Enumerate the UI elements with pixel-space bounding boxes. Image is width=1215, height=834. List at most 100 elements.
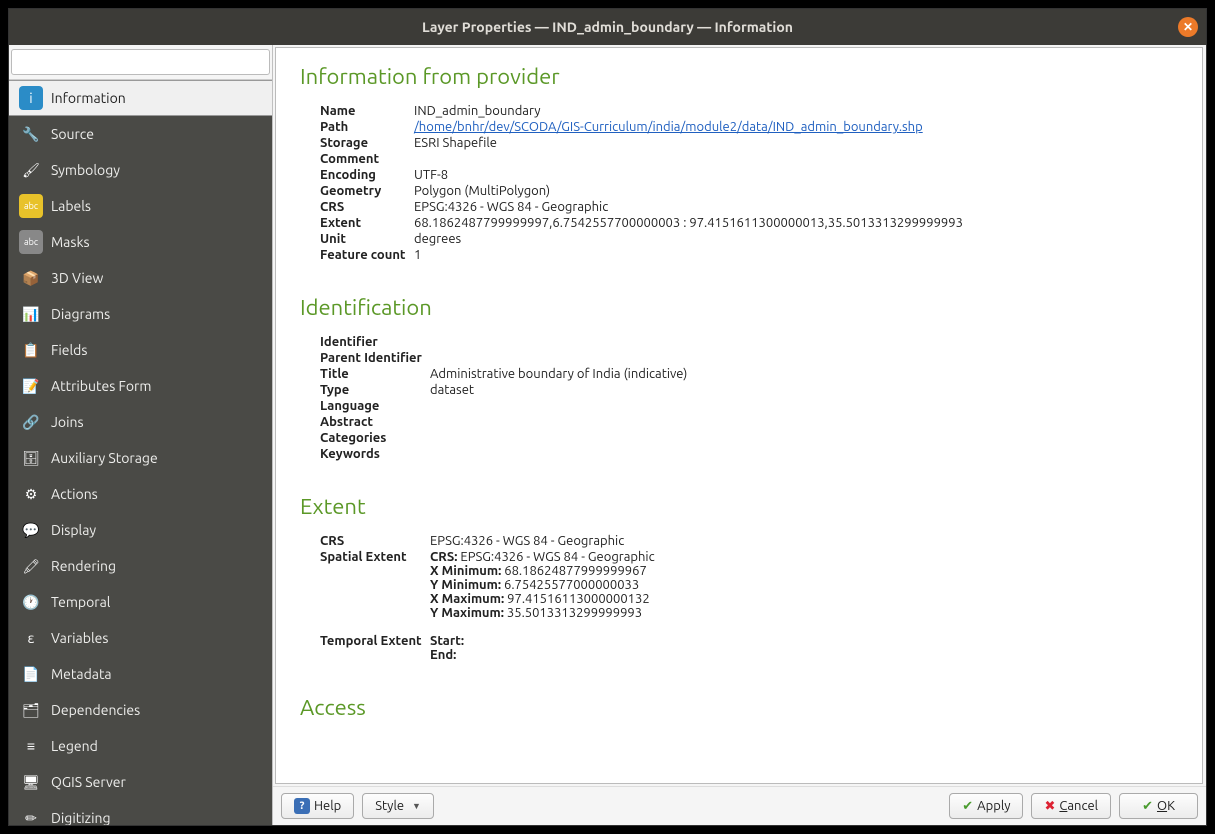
se-xmax-k: X Maximum: <box>430 592 504 606</box>
info-value: 68.1862487799999997,6.7542557700000003 :… <box>414 216 1178 230</box>
info-key: Storage <box>320 136 414 150</box>
spatial-extent-row: Spatial Extent CRS: EPSG:4326 - WGS 84 -… <box>320 549 1178 621</box>
sidebar-item-label: Diagrams <box>51 306 110 322</box>
3d-view-icon: 📦 <box>19 266 43 290</box>
path-link[interactable]: /home/bnhr/dev/SCODA/GIS-Curriculum/indi… <box>414 120 923 134</box>
source-icon: 🔧 <box>19 122 43 146</box>
check-icon: ✔ <box>962 799 973 814</box>
sidebar-item-symbology[interactable]: 🖌Symbology <box>9 152 272 188</box>
sidebar-item-source[interactable]: 🔧Source <box>9 116 272 152</box>
info-key: Encoding <box>320 168 414 182</box>
information-icon: i <box>19 86 43 110</box>
sidebar-item-labels[interactable]: abcLabels <box>9 188 272 224</box>
sidebar-item-masks[interactable]: abcMasks <box>9 224 272 260</box>
chevron-down-icon: ▼ <box>412 801 421 811</box>
info-value: UTF-8 <box>414 168 1178 182</box>
sidebar-item-legend[interactable]: ≡Legend <box>9 728 272 764</box>
sidebar-item-information[interactable]: iInformation <box>9 80 272 116</box>
help-icon: ? <box>294 798 310 814</box>
main-panel: Information from provider NameIND_admin_… <box>273 45 1206 825</box>
info-value <box>430 431 1178 445</box>
info-key: Categories <box>320 431 430 445</box>
se-crs-k: CRS: <box>430 550 457 564</box>
info-value: EPSG:4326 - WGS 84 - Geographic <box>414 200 1178 214</box>
sidebar-item-diagrams[interactable]: 📊 Diagrams <box>9 296 272 332</box>
se-ymin-k: Y Minimum: <box>430 578 501 592</box>
info-row: Comment <box>320 151 1178 167</box>
style-button[interactable]: Style ▼ <box>362 793 434 819</box>
sidebar-item-label: Dependencies <box>51 702 140 718</box>
sidebar-container: 🔍 iInformation🔧Source🖌SymbologyabcLabels… <box>9 45 273 825</box>
cancel-button[interactable]: ✖ Cancel <box>1031 793 1111 819</box>
info-value <box>430 447 1178 461</box>
sidebar-item-label: Display <box>51 522 96 538</box>
info-key: Title <box>320 367 430 381</box>
info-key: Keywords <box>320 447 430 461</box>
identification-table: Identifier Parent Identifier TitleAdminist… <box>300 334 1178 462</box>
sidebar-item-metadata[interactable]: 📄Metadata <box>9 656 272 692</box>
sidebar-item-temporal[interactable]: 🕐Temporal <box>9 584 272 620</box>
ok-button[interactable]: ✔ OK <box>1119 793 1198 819</box>
info-value: /home/bnhr/dev/SCODA/GIS-Curriculum/indi… <box>414 120 1178 134</box>
info-row: NameIND_admin_boundary <box>320 103 1178 119</box>
fields-icon: 📋 <box>19 338 43 362</box>
sidebar-item-display[interactable]: 💬 Display <box>9 512 272 548</box>
sidebar-item-label: Fields <box>51 342 87 358</box>
sidebar-item-attributes-form[interactable]: 📝Attributes Form <box>9 368 272 404</box>
temporal-extent-row: Temporal Extent Start: End: <box>320 633 1178 663</box>
dependencies-icon: 🗂 <box>19 698 43 722</box>
info-row: Parent Identifier <box>320 350 1178 366</box>
info-row: Typedataset <box>320 382 1178 398</box>
info-value: ESRI Shapefile <box>414 136 1178 150</box>
help-button[interactable]: ? Help <box>281 793 354 819</box>
sidebar-item-actions[interactable]: ⚙Actions <box>9 476 272 512</box>
info-key: Geometry <box>320 184 414 198</box>
sidebar-item-auxiliary-storage[interactable]: 🗄Auxiliary Storage <box>9 440 272 476</box>
apply-button[interactable]: ✔ Apply <box>949 793 1023 819</box>
info-row: Identifier <box>320 334 1178 350</box>
info-row: Unitdegrees <box>320 231 1178 247</box>
se-ymin-v: 6.75425577000000033 <box>504 578 639 592</box>
sidebar-item-label: Auxiliary Storage <box>51 450 158 466</box>
info-key: Comment <box>320 152 414 166</box>
sidebar-item-label: Actions <box>51 486 98 502</box>
close-icon[interactable]: ✕ <box>1178 17 1198 37</box>
info-row: StorageESRI Shapefile <box>320 135 1178 151</box>
display-icon: 💬 <box>19 518 43 542</box>
se-ymax-k: Y Maximum: <box>430 606 504 620</box>
sidebar-item-label: Labels <box>51 198 91 214</box>
sidebar-item-digitizing[interactable]: ✏Digitizing <box>9 800 272 825</box>
titlebar: Layer Properties — IND_admin_boundary — … <box>9 9 1206 45</box>
info-row: Feature count1 <box>320 247 1178 263</box>
se-xmin-k: X Minimum: <box>430 564 501 578</box>
info-row: Abstract <box>320 414 1178 430</box>
info-key: Identifier <box>320 335 430 349</box>
info-value <box>414 152 1178 166</box>
info-row: Categories <box>320 430 1178 446</box>
metadata-icon: 📄 <box>19 662 43 686</box>
info-key: Path <box>320 120 414 134</box>
sidebar-item-rendering[interactable]: 🖍Rendering <box>9 548 272 584</box>
info-key: Extent <box>320 216 414 230</box>
spatial-extent-value: CRS: EPSG:4326 - WGS 84 - Geographic X M… <box>430 550 1178 620</box>
info-value: Administrative boundary of India (indica… <box>430 367 1178 381</box>
info-key: Feature count <box>320 248 414 262</box>
te-end-k: End: <box>430 648 456 662</box>
sidebar-item-fields[interactable]: 📋 Fields <box>9 332 272 368</box>
sidebar-item-dependencies[interactable]: 🗂 Dependencies <box>9 692 272 728</box>
info-value: degrees <box>414 232 1178 246</box>
digitizing-icon: ✏ <box>19 806 43 825</box>
info-value <box>430 399 1178 413</box>
style-label: Style <box>375 799 404 813</box>
sidebar-item-joins[interactable]: 🔗Joins <box>9 404 272 440</box>
attributes-form-icon: 📝 <box>19 374 43 398</box>
search-input[interactable] <box>11 49 270 75</box>
sidebar-item-variables[interactable]: εVariables <box>9 620 272 656</box>
info-key: Parent Identifier <box>320 351 430 365</box>
sidebar-item-qgis-server[interactable]: 🖥QGIS Server <box>9 764 272 800</box>
info-row: Path/home/bnhr/dev/SCODA/GIS-Curriculum/… <box>320 119 1178 135</box>
info-key: Unit <box>320 232 414 246</box>
cancel-label: Cancel <box>1059 799 1098 813</box>
diagrams-icon: 📊 <box>19 302 43 326</box>
sidebar-item-3d-view[interactable]: 📦3D View <box>9 260 272 296</box>
